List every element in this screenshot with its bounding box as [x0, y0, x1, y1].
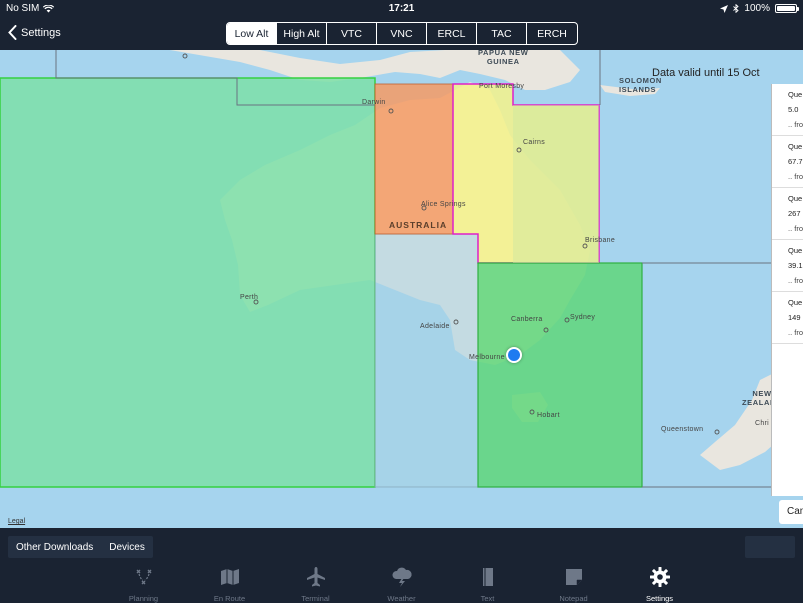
queue-item-sub: .. fro	[788, 224, 803, 233]
queue-item-sub: .. fro	[788, 172, 803, 181]
queue-item-title: Que	[788, 142, 803, 151]
label-hobart: Hobart	[537, 412, 560, 419]
label-perth: Perth	[240, 294, 259, 301]
downloads-action-button[interactable]	[745, 536, 795, 558]
chart-type-selector: Low Alt High Alt VTC VNC ERCL TAC ERCH	[226, 22, 578, 45]
back-button[interactable]: Settings	[8, 25, 61, 40]
chart-coverage-map[interactable]: PAPUA NEW GUINEA SOLOMON ISLANDS Port Mo…	[0, 50, 803, 528]
queue-item[interactable]: Que 267 .. fro	[772, 188, 803, 240]
tab-en-route[interactable]: En Route	[187, 562, 273, 603]
queue-item[interactable]: Que 5.0 .. fro	[772, 84, 803, 136]
queue-item-sub: .. fro	[788, 276, 803, 285]
nav-bar: Settings Low Alt High Alt VTC VNC ERCL TAC ERC…	[0, 17, 803, 50]
tab-label: Planning	[128, 594, 159, 603]
chart-type-erch[interactable]: ERCH	[527, 23, 577, 44]
status-bar: No SIM 17:21 100%	[0, 0, 803, 17]
tab-settings[interactable]: Settings	[617, 562, 703, 603]
location-arrow-icon	[720, 4, 729, 13]
tab-label: Settings	[645, 594, 674, 603]
label-australia: AUSTRALIA	[389, 220, 448, 230]
queue-item-title: Que	[788, 194, 803, 203]
map-canvas[interactable]	[0, 50, 803, 528]
tab-label: Terminal	[301, 594, 330, 603]
queue-item-sub: .. fro	[788, 328, 803, 337]
label-brisbane: Brisbane	[585, 237, 616, 244]
downloads-bar: Other Downloads Devices	[0, 528, 803, 562]
chevron-left-icon	[8, 25, 17, 40]
plane-icon	[305, 566, 327, 594]
tab-terminal[interactable]: Terminal	[273, 562, 359, 603]
download-queue-panel: Que 5.0.. fro Que 67.7.. fro Que 267.. fro Que…	[771, 84, 803, 496]
tab-weather[interactable]: Weather	[359, 562, 445, 603]
cancel-button[interactable]: Can	[779, 500, 803, 524]
queue-item-title: Que	[788, 90, 803, 99]
gear-icon	[649, 566, 671, 594]
downloads-group: Other Downloads Devices	[8, 536, 153, 558]
queue-item[interactable]: Que 67.7 .. fro	[772, 136, 803, 188]
data-valid-label: Data valid until 15 Oct	[652, 67, 760, 79]
tab-label: Text	[480, 594, 495, 603]
queue-item-title: Que	[788, 246, 803, 255]
queue-item[interactable]: Que 39.1 .. fro	[772, 240, 803, 292]
queue-item-value: 67.7	[788, 157, 803, 166]
tab-label: Notepad	[559, 594, 588, 603]
region-sa[interactable]	[374, 233, 479, 488]
tab-text[interactable]: Text	[445, 562, 531, 603]
label-christchurch: Chri	[755, 420, 770, 427]
region-nt[interactable]	[374, 83, 454, 235]
tab-bar: Planning En Route Terminal Weather Text Notep…	[0, 562, 803, 603]
legal-link[interactable]: Legal	[8, 518, 25, 525]
battery-percent: 100%	[744, 3, 770, 14]
label-sydney: Sydney	[570, 314, 596, 321]
chart-type-low-alt[interactable]: Low Alt	[227, 23, 277, 44]
chart-type-vnc[interactable]: VNC	[377, 23, 427, 44]
chart-type-ercl[interactable]: ERCL	[427, 23, 477, 44]
notepad-icon	[563, 566, 585, 594]
label-canberra: Canberra	[511, 316, 543, 323]
queue-item-sub: .. fro	[788, 120, 803, 129]
devices-button[interactable]: Devices	[101, 542, 153, 553]
label-melbourne: Melbourne	[469, 354, 505, 361]
queue-item-title: Que	[788, 298, 803, 307]
chart-type-vtc[interactable]: VTC	[327, 23, 377, 44]
weather-icon	[391, 566, 413, 594]
queue-item-value: 5.0	[788, 105, 799, 114]
back-label: Settings	[21, 26, 61, 39]
status-right: 100%	[720, 3, 799, 14]
status-time: 17:21	[388, 3, 415, 14]
planning-icon	[133, 566, 155, 594]
region-nsw[interactable]	[477, 262, 643, 488]
current-location-marker	[506, 347, 522, 363]
map-icon	[219, 566, 241, 594]
tab-planning[interactable]: Planning	[101, 562, 187, 603]
book-icon	[477, 566, 499, 594]
label-port-moresby: Port Moresby	[479, 83, 525, 90]
queue-item-value: 39.1	[788, 261, 803, 270]
battery-icon	[775, 4, 799, 13]
battery-fill	[777, 6, 795, 11]
other-downloads-button[interactable]: Other Downloads	[8, 542, 101, 553]
label-adelaide: Adelaide	[420, 323, 450, 330]
queue-item-value: 149	[788, 313, 801, 322]
queue-item[interactable]: Que 149 .. fro	[772, 292, 803, 344]
tab-label: En Route	[213, 594, 246, 603]
chart-type-tac[interactable]: TAC	[477, 23, 527, 44]
label-queenstown: Queenstown	[661, 426, 704, 433]
queue-item-value: 267	[788, 209, 801, 218]
label-png: PAPUA NEW GUINEA	[478, 50, 529, 66]
tab-notepad[interactable]: Notepad	[531, 562, 617, 603]
label-cairns: Cairns	[523, 139, 546, 146]
tab-label: Weather	[387, 594, 416, 603]
label-alice-springs: Alice Springs	[421, 201, 466, 208]
chart-type-high-alt[interactable]: High Alt	[277, 23, 327, 44]
label-darwin: Darwin	[362, 99, 386, 106]
bluetooth-icon	[733, 4, 740, 13]
region-west[interactable]	[0, 77, 376, 488]
